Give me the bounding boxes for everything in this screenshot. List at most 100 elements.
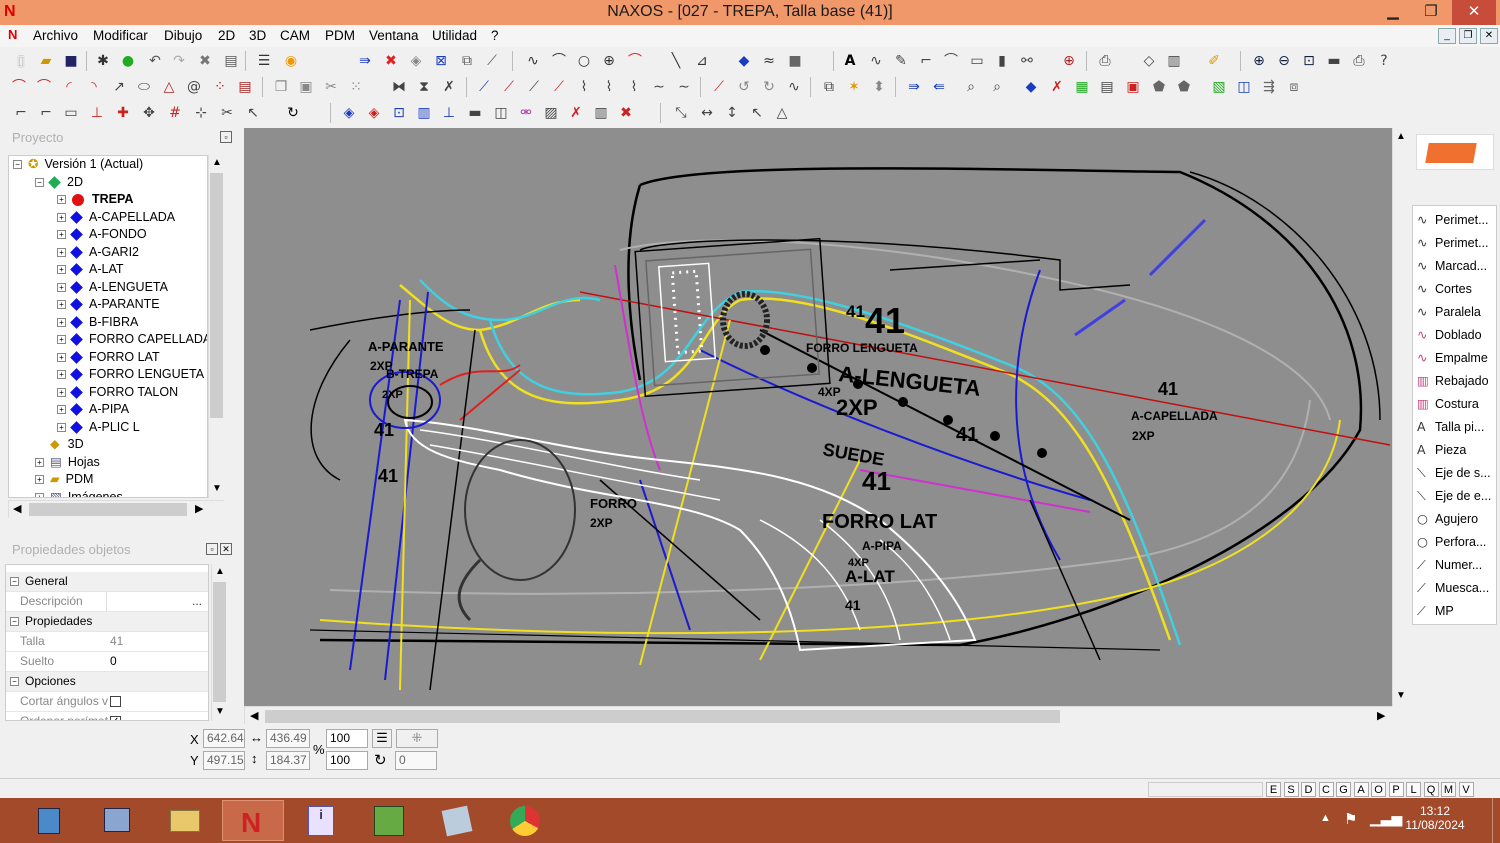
panel-pin-icon[interactable]: ▫ — [220, 131, 232, 143]
polyline-icon[interactable]: ⊿ — [693, 52, 711, 70]
window-arrow-icon[interactable]: ⊡ — [390, 104, 408, 122]
brush-icon[interactable]: ▥ — [1165, 52, 1183, 70]
rotate-right-icon[interactable]: ↻ — [760, 78, 778, 96]
tool-item[interactable]: ⟋ Muesca... — [1417, 580, 1489, 596]
group-opciones[interactable]: − Opciones — [6, 672, 208, 692]
menu-2d[interactable]: 2D — [218, 28, 235, 43]
properties-icon[interactable]: ▤ — [222, 52, 240, 70]
bar-icon[interactable]: ▬ — [466, 104, 484, 122]
cut-line-icon[interactable]: ⟋ — [710, 78, 728, 96]
arc-tool-3-icon[interactable]: ◜ — [60, 78, 78, 96]
tool-item[interactable]: ∿ Perimet... — [1417, 212, 1489, 227]
print-icon[interactable]: ⎙ — [1096, 52, 1114, 70]
tool-item[interactable]: ⟍ Eje de e... — [1417, 488, 1491, 504]
status-toggle[interactable]: M — [1441, 782, 1456, 797]
canvas-hscroll[interactable]: ◀ ▶ — [244, 706, 1392, 724]
measure-icon[interactable]: ⟋ — [483, 52, 501, 70]
curve-edit-icon[interactable]: ∿ — [785, 78, 803, 96]
mirror-icon[interactable]: ⧓ — [390, 78, 408, 96]
expand-icon[interactable]: + — [57, 352, 66, 362]
maximize-button[interactable]: ❐ — [1413, 0, 1449, 25]
copy-icon[interactable]: ❐ — [272, 78, 290, 96]
info-icon[interactable]: ● — [119, 52, 137, 70]
props-close-icon[interactable]: ✕ — [220, 543, 232, 555]
split-icon[interactable]: ◫ — [492, 104, 510, 122]
bend-icon[interactable]: ⌐ — [917, 52, 935, 70]
offset-icon[interactable]: ⟋ — [550, 78, 568, 96]
delete-all-icon[interactable]: ✖ — [617, 104, 635, 122]
menu-cam[interactable]: CAM — [280, 28, 310, 43]
tree-node-hojas[interactable]: + ▤ Hojas — [35, 454, 100, 472]
menu-pdm[interactable]: PDM — [325, 28, 355, 43]
ruler-icon[interactable]: ▬ — [1325, 52, 1343, 70]
corner2-icon[interactable]: ⌐ — [37, 104, 55, 122]
simplify-icon[interactable]: ∼ — [675, 78, 693, 96]
align-icon[interactable]: ⬍ — [870, 78, 888, 96]
arc-tool-2-icon[interactable]: ⌒ — [35, 78, 53, 96]
down-point-icon[interactable]: ⊥ — [440, 104, 458, 122]
tree-layer-item[interactable]: + B-FIBRA — [57, 314, 138, 332]
fillet-icon[interactable]: ⌇ — [575, 78, 593, 96]
angle-dim-icon[interactable]: △ — [773, 104, 791, 122]
rect-icon[interactable]: ▭ — [968, 52, 986, 70]
status-toggle[interactable]: V — [1458, 782, 1474, 797]
menu-archivo[interactable]: Archivo — [33, 28, 78, 43]
doc-icon[interactable]: N — [8, 27, 17, 42]
show-desktop-button[interactable] — [1492, 798, 1500, 843]
marker-icon[interactable]: ▮ — [993, 52, 1011, 70]
tool-item[interactable]: ⟋ MP — [1417, 603, 1454, 619]
spline-icon[interactable]: ⌒ — [550, 52, 568, 70]
list-icon[interactable]: ☰ — [372, 729, 392, 748]
suelto-value[interactable]: 0 — [110, 652, 117, 671]
columns-icon[interactable]: ▥ — [592, 104, 610, 122]
expand-icon[interactable]: + — [57, 282, 66, 292]
export-icon[interactable]: ⇶ — [1260, 78, 1278, 96]
tool-item[interactable]: ∿ Empalme — [1417, 350, 1488, 365]
menu-utilidad[interactable]: Utilidad — [432, 28, 477, 43]
expand-icon[interactable]: + — [57, 247, 66, 257]
cross-icon[interactable]: ✚ — [114, 104, 132, 122]
shape2-icon[interactable]: ⬟ — [1175, 78, 1193, 96]
status-toggle[interactable]: Q — [1423, 782, 1439, 797]
width-field[interactable]: 436.49 — [266, 729, 310, 748]
duplicate-icon[interactable]: ⧉ — [820, 78, 838, 96]
redo-icon[interactable]: ↷ — [170, 52, 188, 70]
stretch-icon[interactable]: ⌇ — [625, 78, 643, 96]
node-edit-icon[interactable]: ◆ — [1022, 78, 1040, 96]
explode-icon[interactable]: ✶ — [845, 78, 863, 96]
open-folder-icon[interactable]: ▰ — [37, 52, 55, 70]
curve-icon[interactable]: ∿ — [524, 52, 542, 70]
palette-icon[interactable]: ◉ — [282, 52, 300, 70]
expand-icon[interactable]: + — [57, 387, 66, 397]
tool-item[interactable]: ∿ Marcad... — [1417, 258, 1487, 273]
mdi-restore-button[interactable]: ❐ — [1459, 28, 1477, 44]
arc-icon[interactable]: ⌒ — [626, 52, 644, 70]
tool-item[interactable]: ⟋ Numer... — [1417, 557, 1482, 573]
tool-item[interactable]: ∿ Paralela — [1417, 304, 1481, 319]
spiral-icon[interactable]: @ — [185, 78, 203, 96]
y-field[interactable]: 497.15 — [203, 751, 245, 770]
task-app-green[interactable] — [358, 800, 420, 841]
rotation-field[interactable]: 0 — [395, 751, 437, 770]
save-icon[interactable]: ■ — [62, 52, 80, 70]
diag-arrow-icon[interactable]: ⤡ — [672, 104, 690, 122]
task-explorer-docs[interactable] — [86, 800, 148, 841]
pen-icon[interactable]: ✎ — [892, 52, 910, 70]
zoom-in-icon[interactable]: ⊕ — [1250, 52, 1268, 70]
menu-dibujo[interactable]: Dibujo — [164, 28, 202, 43]
select-icon[interactable]: ⇛ — [356, 52, 374, 70]
target-icon[interactable]: ⊕ — [1060, 52, 1078, 70]
menu-ventana[interactable]: Ventana — [369, 28, 419, 43]
eraser-icon[interactable]: ◇ — [1140, 52, 1158, 70]
status-toggle[interactable]: G — [1336, 782, 1351, 797]
tree-node-imagenes[interactable]: + ▧ Imágenes — [35, 489, 123, 497]
cut-icon[interactable]: ✂ — [322, 78, 340, 96]
settings-icon[interactable]: ✱ — [94, 52, 112, 70]
status-toggle[interactable]: O — [1371, 782, 1386, 797]
extend-icon[interactable]: ⟋ — [475, 78, 493, 96]
tree-layer-item[interactable]: + FORRO TALON — [57, 384, 178, 402]
angle-icon[interactable]: ↖ — [748, 104, 766, 122]
expand-icon[interactable]: + — [57, 265, 66, 275]
shape-icon[interactable]: ⬟ — [1150, 78, 1168, 96]
tree-root[interactable]: − ✪ Versión 1 (Actual) — [13, 156, 143, 174]
